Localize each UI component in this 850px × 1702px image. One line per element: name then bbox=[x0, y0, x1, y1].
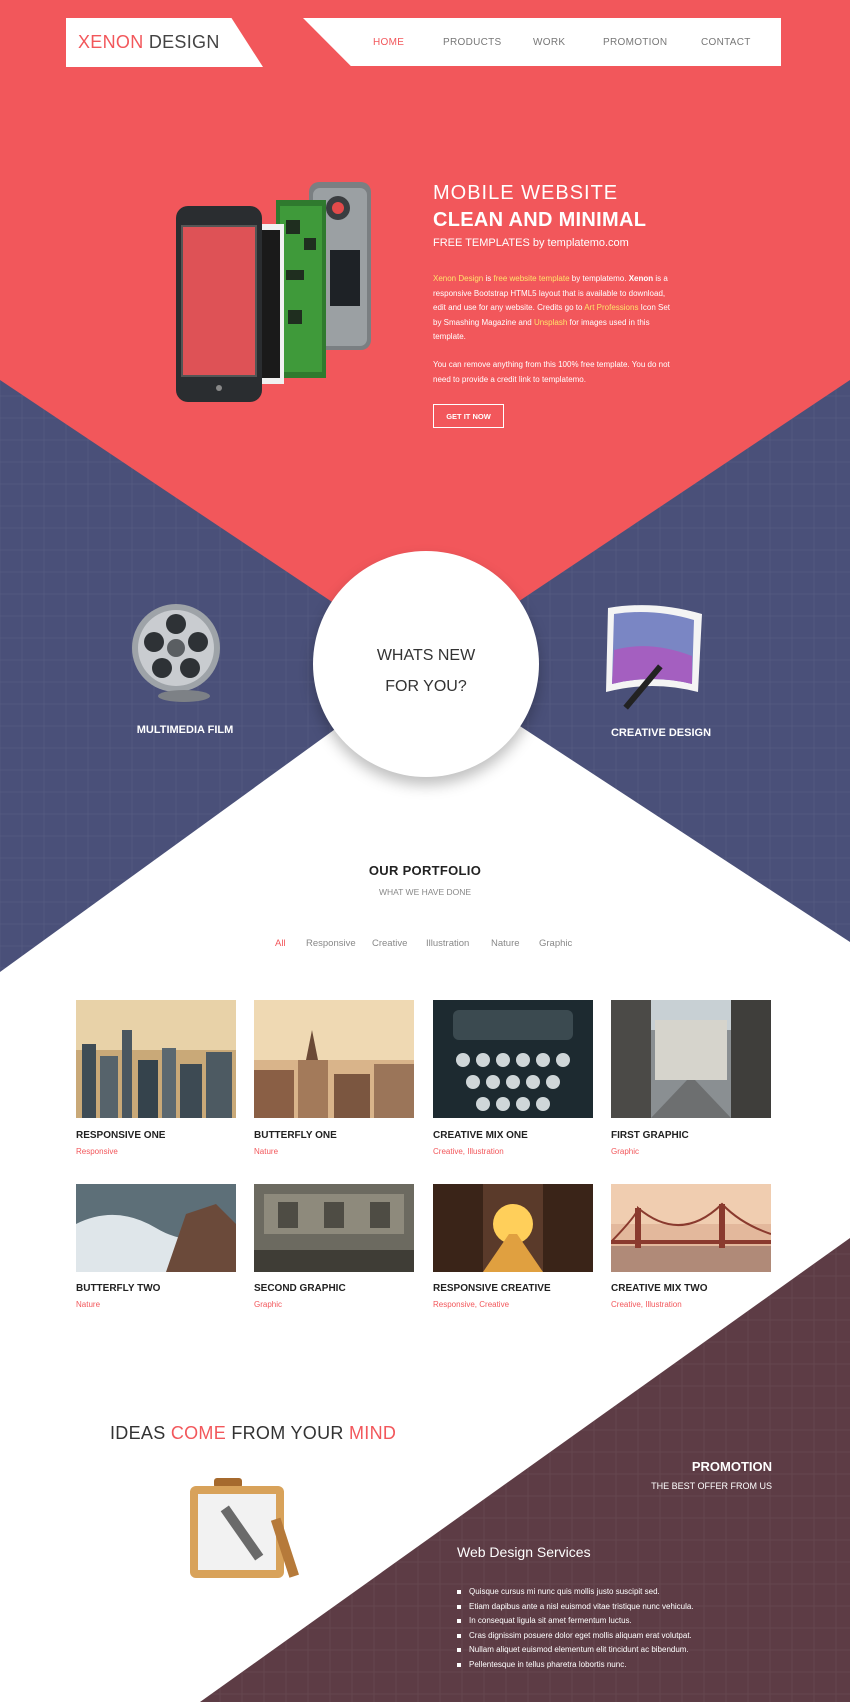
whats-new-circle: WHATS NEW FOR YOU? bbox=[313, 551, 539, 777]
portfolio-image-sea-rocks[interactable] bbox=[76, 1184, 236, 1272]
portfolio-item-title: FIRST GRAPHIC bbox=[611, 1130, 689, 1141]
hero-subtitle: FREE TEMPLATES by templatemo.com bbox=[433, 237, 629, 249]
creative-design-icon bbox=[606, 605, 702, 710]
logo-rest: DESIGN bbox=[143, 32, 220, 52]
portfolio-image-sunset-street[interactable] bbox=[433, 1184, 593, 1272]
portfolio-image-old-building[interactable] bbox=[254, 1184, 414, 1272]
get-it-now-button[interactable]: GET IT NOW bbox=[433, 404, 504, 428]
link-free-template[interactable]: free website template bbox=[494, 274, 570, 283]
portfolio-image-street[interactable] bbox=[611, 1000, 771, 1118]
portfolio-subtitle: WHAT WE HAVE DONE bbox=[378, 887, 472, 897]
logo[interactable]: XENON DESIGN bbox=[66, 18, 263, 67]
text-is: is bbox=[483, 274, 494, 283]
nav-products[interactable]: PRODUCTS bbox=[443, 37, 502, 48]
whats-new-line-1: WHATS NEW bbox=[376, 647, 476, 664]
filter-graphic[interactable]: Graphic bbox=[539, 938, 572, 949]
portfolio-item-title: RESPONSIVE ONE bbox=[76, 1130, 166, 1141]
services-list: Quisque cursus mi nunc quis mollis justo… bbox=[457, 1585, 694, 1672]
portfolio-item-category[interactable]: Nature bbox=[254, 1147, 278, 1156]
portfolio-item-category[interactable]: Graphic bbox=[254, 1300, 282, 1309]
nav-promotion[interactable]: PROMOTION bbox=[603, 37, 667, 48]
feature-creative-design: CREATIVE DESIGN bbox=[610, 727, 712, 739]
service-item: Quisque cursus mi nunc quis mollis justo… bbox=[457, 1585, 694, 1600]
filter-responsive[interactable]: Responsive bbox=[306, 938, 356, 949]
nav-home[interactable]: HOME bbox=[373, 37, 404, 48]
hero-paragraph-1: Xenon Design is free website template by… bbox=[433, 272, 673, 345]
nav-contact[interactable]: CONTACT bbox=[701, 37, 751, 48]
text-by: by templatemo. bbox=[569, 274, 629, 283]
portfolio-image-bridge[interactable] bbox=[611, 1184, 771, 1272]
nav-work[interactable]: WORK bbox=[533, 37, 565, 48]
phone-illustration bbox=[176, 182, 371, 402]
portfolio-item-category[interactable]: Responsive, Creative bbox=[433, 1300, 509, 1309]
portfolio-image-city-rooftops[interactable] bbox=[254, 1000, 414, 1118]
promotion-subtitle: THE BEST OFFER FROM US bbox=[651, 1481, 772, 1491]
portfolio-item-title: BUTTERFLY ONE bbox=[254, 1130, 337, 1141]
main-nav: HOME PRODUCTS WORK PROMOTION CONTACT bbox=[303, 18, 781, 66]
portfolio-item-title: CREATIVE MIX ONE bbox=[433, 1130, 528, 1141]
portfolio-item-category[interactable]: Graphic bbox=[611, 1147, 639, 1156]
feature-multimedia-film: MULTIMEDIA FILM bbox=[136, 724, 234, 736]
pencil-easel-icon bbox=[190, 1478, 299, 1578]
ideas-w3: FROM YOUR bbox=[226, 1423, 350, 1443]
text-xenon: Xenon bbox=[628, 274, 654, 283]
portfolio-item-category[interactable]: Creative, Illustration bbox=[433, 1147, 504, 1156]
portfolio-item-category[interactable]: Creative, Illustration bbox=[611, 1300, 682, 1309]
portfolio-title: OUR PORTFOLIO bbox=[368, 863, 482, 878]
link-art-professions[interactable]: Art Professions bbox=[584, 303, 638, 312]
portfolio-item-title: BUTTERFLY TWO bbox=[76, 1283, 161, 1294]
link-unsplash[interactable]: Unsplash bbox=[534, 318, 567, 327]
ideas-w4: MIND bbox=[349, 1423, 397, 1443]
service-item: Pellentesque in tellus pharetra lobortis… bbox=[457, 1658, 694, 1673]
filter-nature[interactable]: Nature bbox=[491, 938, 520, 949]
portfolio-item-category[interactable]: Nature bbox=[76, 1300, 100, 1309]
service-item: In consequat ligula sit amet fermentum l… bbox=[457, 1614, 694, 1629]
service-item: Nullam aliquet euismod elementum elit ti… bbox=[457, 1643, 694, 1658]
services-title: Web Design Services bbox=[457, 1544, 591, 1560]
filter-all[interactable]: All bbox=[275, 938, 286, 949]
logo-accent: XENON bbox=[78, 32, 144, 52]
portfolio-item-title: CREATIVE MIX TWO bbox=[611, 1283, 708, 1294]
service-item: Cras dignissim posuere dolor eget mollis… bbox=[457, 1629, 694, 1644]
filter-creative[interactable]: Creative bbox=[372, 938, 407, 949]
film-reel-icon bbox=[132, 604, 220, 702]
portfolio-item-title: RESPONSIVE CREATIVE bbox=[433, 1283, 551, 1294]
hero-paragraph-2: You can remove anything from this 100% f… bbox=[433, 360, 670, 384]
portfolio-image-city-skyline[interactable] bbox=[76, 1000, 236, 1118]
link-xenon-design[interactable]: Xenon Design bbox=[433, 274, 483, 283]
portfolio-item-title: SECOND GRAPHIC bbox=[254, 1283, 346, 1294]
hero-title-bold: CLEAN AND MINIMAL bbox=[433, 209, 647, 231]
whats-new-line-2: FOR YOU? bbox=[385, 678, 467, 695]
portfolio-image-typewriter[interactable] bbox=[433, 1000, 593, 1118]
ideas-w1: IDEAS bbox=[110, 1423, 171, 1443]
background-shapes bbox=[0, 0, 850, 1702]
filter-illustration[interactable]: Illustration bbox=[426, 938, 469, 949]
ideas-w2: COME bbox=[170, 1423, 227, 1443]
ideas-heading: IDEAS COME FROM YOUR MIND bbox=[110, 1423, 396, 1444]
portfolio-item-category[interactable]: Responsive bbox=[76, 1147, 118, 1156]
hero-title: MOBILE WEBSITE bbox=[433, 182, 619, 204]
promotion-title: PROMOTION bbox=[691, 1459, 772, 1474]
logo-text: XENON DESIGN bbox=[78, 32, 220, 53]
service-item: Etiam dapibus ante a nisl euismod vitae … bbox=[457, 1600, 694, 1615]
